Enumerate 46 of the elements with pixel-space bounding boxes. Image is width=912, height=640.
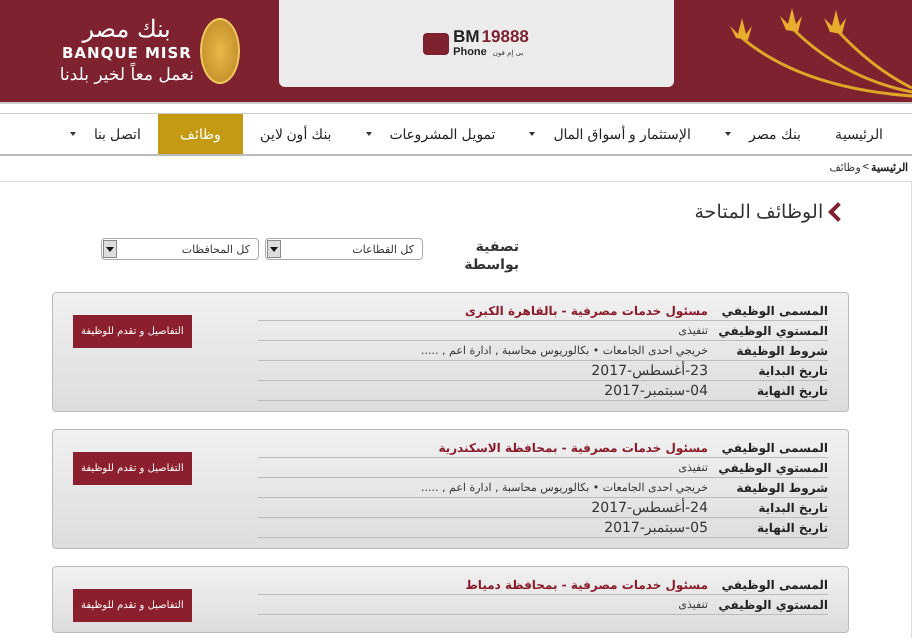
field-label: تاريخ النهاية (756, 384, 828, 398)
nav-item[interactable]: اتصل بنا (52, 114, 158, 154)
field-label: شروط الوظيفة (735, 480, 828, 494)
field-label: تاريخ البداية (757, 500, 828, 514)
nav-item[interactable]: الإستثمار و أسواق المال (512, 114, 708, 154)
field-value: تنفيذى (677, 461, 708, 474)
field-value: 05-سبتمبر-2017 (603, 520, 708, 536)
field-label: المسمى الوظيفي (720, 304, 828, 318)
field-value: خريجي احدى الجامعات • بكالوريوس محاسبة , ادارة اعم , ..... (420, 481, 708, 494)
filter-label: تصفية بواسطة (463, 238, 519, 274)
breadcrumb-current: وظائف (830, 161, 861, 176)
field-label: تاريخ البداية (757, 364, 828, 378)
brand-text: Phone (453, 46, 487, 58)
job-title: مسئول خدمات مصرفية - بمحافظة الاسكندرية (437, 440, 708, 454)
field-value: تنفيذى (677, 598, 708, 611)
field-label: تاريخ النهاية (756, 520, 828, 534)
field-value: 23-أغسطس-2017 (590, 362, 708, 378)
bank-name: BANQUE MISR (62, 43, 192, 62)
apply-button[interactable]: التفاصيل و تقدم للوظيفة (73, 315, 192, 348)
field-label: المسمى الوظيفي (720, 440, 828, 454)
field-value: 24-أغسطس-2017 (590, 500, 708, 516)
dropdown-select[interactable]: كل القطاعات (265, 238, 423, 260)
nav-item[interactable]: بنك أون لاين (242, 114, 349, 154)
job-title: مسئول خدمات مصرفية - بالقاهرة الكبرى (464, 304, 708, 318)
slogan: نعمل معاً لخير بلدنا (60, 63, 194, 87)
field-label: شروط الوظيفة (735, 344, 828, 358)
field-value: 04-سبتمبر-2017 (603, 382, 708, 398)
phone-number: 19888 (482, 28, 529, 46)
breadcrumb-separator: > (862, 161, 869, 175)
nav-item[interactable]: الرئيسية (818, 114, 900, 154)
field-label: المستوي الوظيفي (717, 324, 828, 338)
nav-item[interactable]: تمويل المشروعات (348, 114, 512, 154)
field-value: تنفيذى (677, 324, 708, 337)
bank-name: بنك مصر (82, 15, 172, 43)
brand-text: BM (453, 28, 480, 46)
field-label: المستوي الوظيفي (717, 460, 828, 474)
field-label: المستوي الوظيفي (717, 598, 828, 612)
job-title: مسئول خدمات مصرفية - بمحافظة دمياط (464, 578, 708, 592)
field-value: خريجي احدى الجامعات • بكالوريوس محاسبة , ادارة اعم , ..... (420, 344, 708, 357)
page-title: الوظائف المتاحة (694, 201, 823, 224)
nav-item[interactable]: بنك مصر (708, 114, 818, 154)
field-label: المسمى الوظيفي (720, 578, 828, 592)
dropdown-select[interactable]: كل المحافظات (101, 238, 259, 260)
apply-button[interactable]: التفاصيل و تقدم للوظيفة (73, 589, 192, 622)
apply-button[interactable]: التفاصيل و تقدم للوظيفة (73, 452, 192, 485)
breadcrumb-link[interactable]: الرئيسية (871, 161, 908, 181)
